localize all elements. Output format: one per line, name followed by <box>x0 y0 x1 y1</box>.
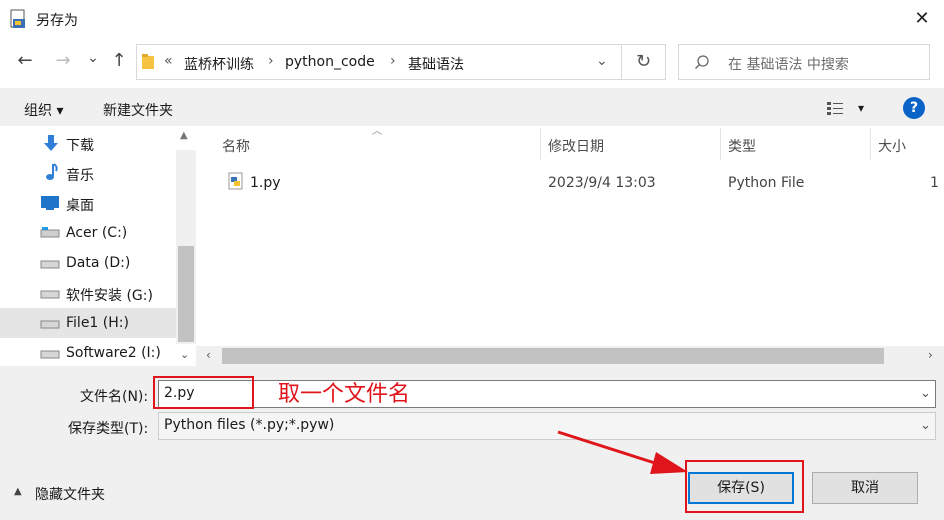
column-divider[interactable] <box>720 128 721 160</box>
file-size: 1 <box>930 175 939 191</box>
sidebar-item-label: 音乐 <box>66 168 94 184</box>
filename-label: 文件名(N): <box>80 389 149 405</box>
address-history-dropdown[interactable]: ⌄ <box>596 53 608 69</box>
scroll-down-icon[interactable]: ⌄ <box>180 348 189 361</box>
chevron-up-icon[interactable]: ▲ <box>14 486 22 497</box>
sidebar-item-label: File1 (H:) <box>66 315 129 331</box>
organize-menu[interactable]: 组织 ▾ <box>24 100 63 120</box>
view-options-icon[interactable] <box>826 100 846 116</box>
cancel-button[interactable]: 取消 <box>812 472 918 504</box>
sidebar-item-drive-g[interactable]: 软件安装 (G:) <box>40 278 176 308</box>
annotation-highlight-save <box>685 460 804 513</box>
column-header-modified[interactable]: 修改日期 <box>548 136 604 156</box>
column-header-size[interactable]: 大小 <box>878 136 906 156</box>
chevron-down-icon[interactable]: ⌄ <box>920 386 931 401</box>
forward-button[interactable]: → <box>52 50 74 71</box>
sidebar-item-label: Software2 (I:) <box>66 345 161 361</box>
title-bar <box>0 0 944 38</box>
column-divider[interactable] <box>540 128 541 160</box>
help-icon[interactable]: ? <box>903 97 925 119</box>
scroll-right-icon[interactable]: › <box>928 348 933 362</box>
file-type: Python File <box>728 175 805 191</box>
column-header-type[interactable]: 类型 <box>728 136 756 156</box>
filetype-label: 保存类型(T): <box>68 421 149 437</box>
annotation-highlight-filename <box>153 376 254 409</box>
annotation-text: 取一个文件名 <box>278 382 411 407</box>
annotation-arrow <box>556 428 696 478</box>
scroll-up-icon[interactable]: ▲ <box>180 130 188 141</box>
drive-icon <box>40 258 60 274</box>
sidebar-item-label: Acer (C:) <box>66 225 128 241</box>
sidebar-scroll-thumb[interactable] <box>178 246 194 342</box>
horizontal-scroll-thumb[interactable] <box>222 348 884 364</box>
sidebar-item-drive-i[interactable]: Software2 (I:) <box>40 338 176 368</box>
hide-folders-toggle[interactable]: 隐藏文件夹 <box>35 484 105 504</box>
view-dropdown[interactable]: ▾ <box>858 101 864 115</box>
breadcrumb-separator[interactable]: › <box>390 53 396 69</box>
window-title: 另存为 <box>36 13 78 29</box>
scroll-left-icon[interactable]: ‹ <box>206 348 211 362</box>
file-list <box>196 126 944 348</box>
search-icon <box>694 54 710 70</box>
python-file-icon <box>228 172 244 190</box>
file-modified: 2023/9/4 13:03 <box>548 175 656 191</box>
sidebar-item-music[interactable]: 音乐 <box>40 158 176 188</box>
sidebar-item-label: 桌面 <box>66 198 94 214</box>
column-divider[interactable] <box>870 128 871 160</box>
breadcrumb-item-python-code[interactable]: python_code <box>285 54 375 70</box>
breadcrumb-separator[interactable]: › <box>268 53 274 69</box>
back-button[interactable]: ← <box>14 50 36 71</box>
column-header-name[interactable]: 名称 <box>222 136 250 156</box>
sidebar-item-label: Data (D:) <box>66 255 131 271</box>
breadcrumb-overflow[interactable]: « <box>164 53 173 69</box>
filename-field[interactable] <box>158 380 936 408</box>
sidebar-item-label: 软件安装 (G:) <box>66 288 153 304</box>
filetype-value[interactable]: Python files (*.py;*.pyw) <box>164 417 334 433</box>
breadcrumb-item-lanqiao[interactable]: 蓝桥杯训练 <box>184 54 254 74</box>
drive-icon <box>40 288 60 304</box>
sidebar-item-desktop[interactable]: 桌面 <box>40 188 176 218</box>
new-folder-button[interactable]: 新建文件夹 <box>103 100 173 120</box>
music-icon <box>44 163 58 185</box>
folder-icon <box>142 54 156 70</box>
drive-icon <box>40 318 60 334</box>
sidebar-item-downloads[interactable]: 下载 <box>40 128 176 158</box>
recent-locations-dropdown[interactable]: ⌄ <box>82 50 104 66</box>
drive-icon <box>40 226 60 244</box>
breadcrumb-item-basic-syntax[interactable]: 基础语法 <box>408 54 464 74</box>
sidebar-item-drive-d[interactable]: Data (D:) <box>40 248 176 278</box>
sort-ascending-icon: ︿ <box>372 126 382 137</box>
chevron-down-icon[interactable]: ⌄ <box>920 418 931 433</box>
sidebar-item-drive-h[interactable]: File1 (H:) <box>0 308 176 338</box>
refresh-button[interactable]: ↻ <box>622 44 666 80</box>
sidebar-item-drive-c[interactable]: Acer (C:) <box>40 218 176 248</box>
download-icon <box>42 134 60 156</box>
drive-icon <box>40 348 60 364</box>
sidebar-item-label: 下载 <box>66 138 94 154</box>
file-name[interactable]: 1.py <box>250 175 281 191</box>
up-button[interactable]: ↑ <box>108 50 130 71</box>
search-input[interactable]: 在 基础语法 中搜索 <box>728 54 849 74</box>
close-button[interactable]: ✕ <box>908 6 936 32</box>
desktop-icon <box>40 195 60 215</box>
save-dialog-icon <box>10 9 28 29</box>
